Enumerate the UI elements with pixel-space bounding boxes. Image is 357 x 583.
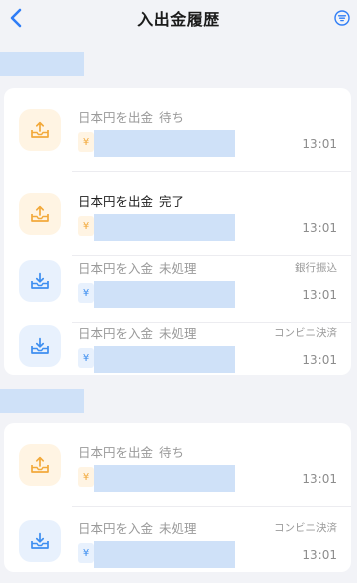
- status-text: 完了: [159, 194, 185, 209]
- status-text: 待ち: [159, 110, 185, 125]
- withdraw-icon: [19, 109, 61, 151]
- transaction-row[interactable]: 日本円を入金 未処理 コンビニ決済 ¥ 13:01: [4, 499, 351, 583]
- timestamp: 13:01: [302, 548, 337, 562]
- transaction-row[interactable]: 日本円を入金 未処理 コンビニ決済 ¥ 13:01: [4, 304, 351, 388]
- deposit-icon: [19, 260, 61, 302]
- currency-badge: ¥: [78, 283, 94, 303]
- transaction-label: 日本円を入金 未処理: [78, 521, 197, 536]
- back-button[interactable]: [4, 3, 28, 33]
- timestamp: 13:01: [302, 472, 337, 486]
- transaction-card: 日本円を出金 待ち ¥ 13:01 日本円を出金 完了 ¥ 13:01 日本円を…: [4, 88, 351, 375]
- transaction-label: 日本円を入金 未処理: [78, 261, 197, 276]
- currency-badge: ¥: [78, 348, 94, 368]
- withdraw-icon: [19, 444, 61, 486]
- date-header-placeholder: [0, 52, 84, 76]
- timestamp: 13:01: [302, 288, 337, 302]
- payment-method: コンビニ決済: [274, 522, 337, 534]
- status-text: 未処理: [159, 261, 197, 276]
- filter-button[interactable]: [333, 9, 351, 27]
- transaction-card: 日本円を出金 待ち ¥ 13:01 日本円を入金 未処理 コンビニ決済 ¥ 13:0…: [4, 423, 351, 572]
- transaction-row[interactable]: 日本円を出金 待ち ¥ 13:01: [4, 423, 351, 507]
- transaction-label: 日本円を入金 未処理: [78, 326, 197, 341]
- currency-badge: ¥: [78, 216, 94, 236]
- status-text: 未処理: [159, 521, 197, 536]
- timestamp: 13:01: [302, 221, 337, 235]
- status-text: 未処理: [159, 326, 197, 341]
- transaction-label: 日本円を出金 待ち: [78, 110, 185, 125]
- page-title: 入出金履歴: [137, 10, 220, 29]
- nav-header: 入出金履歴: [0, 0, 357, 36]
- transaction-label: 日本円を出金 待ち: [78, 445, 185, 460]
- amount-placeholder: [94, 541, 235, 568]
- amount-placeholder: [94, 465, 235, 492]
- filter-list-icon: [334, 10, 350, 26]
- currency-badge: ¥: [78, 467, 94, 487]
- status-text: 待ち: [159, 445, 185, 460]
- withdraw-icon: [19, 193, 61, 235]
- deposit-icon: [19, 520, 61, 562]
- amount-placeholder: [94, 214, 235, 241]
- transaction-row[interactable]: 日本円を出金 待ち ¥ 13:01: [4, 88, 351, 172]
- payment-method: 銀行振込: [295, 262, 337, 274]
- deposit-icon: [19, 325, 61, 367]
- timestamp: 13:01: [302, 353, 337, 367]
- amount-placeholder: [94, 346, 235, 373]
- timestamp: 13:01: [302, 137, 337, 151]
- payment-method: コンビニ決済: [274, 327, 337, 339]
- date-header-placeholder: [0, 389, 84, 413]
- currency-badge: ¥: [78, 543, 94, 563]
- amount-placeholder: [94, 130, 235, 157]
- transaction-label: 日本円を出金 完了: [78, 194, 185, 209]
- currency-badge: ¥: [78, 132, 94, 152]
- chevron-left-icon: [10, 8, 22, 28]
